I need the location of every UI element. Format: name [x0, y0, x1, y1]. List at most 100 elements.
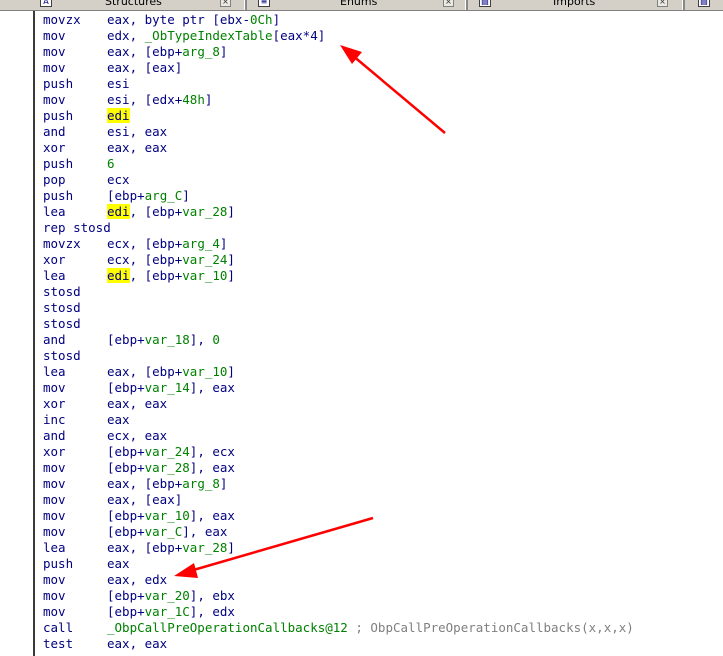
asm-line[interactable]: stosd — [43, 316, 634, 332]
asm-line[interactable]: xor [ebp+var_24], ecx — [43, 444, 634, 460]
disassembly-listing: movzx eax, byte ptr [ebx-0Ch] mov edx, _ObT… — [43, 12, 634, 652]
operand[interactable]: var_C — [145, 524, 183, 539]
mnemonic: push — [43, 156, 74, 171]
comment: ; ObpCallPreOperationCallbacks(x,x,x) — [347, 620, 634, 635]
operand: [ebp+ — [107, 332, 145, 347]
tab-bar: A Structures × ≡ Enums × ▤ Imports × ▤ — [0, 0, 723, 11]
operand: ], ebx — [189, 588, 235, 603]
asm-line[interactable]: mov [ebp+var_1C], edx — [43, 604, 634, 620]
mnemonic: mov — [43, 28, 66, 43]
asm-line[interactable]: mov [ebp+var_C], eax — [43, 524, 634, 540]
asm-line[interactable]: push edi — [43, 108, 634, 124]
operand[interactable]: arg_C — [145, 188, 183, 203]
asm-line[interactable]: mov [ebp+var_20], ebx — [43, 588, 634, 604]
asm-line[interactable]: movzx ecx, [ebp+arg_4] — [43, 236, 634, 252]
operand: ] — [272, 12, 281, 27]
mnemonic: stosd — [43, 348, 81, 363]
structure-icon[interactable]: A — [40, 0, 52, 7]
asm-line[interactable]: push esi — [43, 76, 634, 92]
tab-structures[interactable]: Structures — [105, 0, 162, 9]
mnemonic: movzx — [43, 236, 81, 251]
operand[interactable]: arg_8 — [182, 476, 220, 491]
operand[interactable]: var_28 — [182, 540, 227, 555]
asm-line[interactable]: pop ecx — [43, 172, 634, 188]
asm-line[interactable]: and esi, eax — [43, 124, 634, 140]
mnemonic: lea — [43, 364, 66, 379]
operand[interactable]: var_24 — [182, 252, 227, 267]
asm-line[interactable]: mov eax, [ebp+arg_8] — [43, 476, 634, 492]
asm-line[interactable]: xor eax, eax — [43, 396, 634, 412]
operand[interactable]: var_28 — [182, 204, 227, 219]
disassembly-view[interactable]: movzx eax, byte ptr [ebx-0Ch] mov edx, _ObT… — [33, 11, 673, 656]
operand[interactable]: arg_8 — [182, 44, 220, 59]
asm-line[interactable]: and [ebp+var_18], 0 — [43, 332, 634, 348]
asm-line[interactable]: push [ebp+arg_C] — [43, 188, 634, 204]
mnemonic: mov — [43, 492, 66, 507]
close-structures-tab-icon[interactable]: × — [220, 0, 231, 7]
tab-imports[interactable]: Imports — [553, 0, 595, 9]
highlighted-register[interactable]: edi — [107, 268, 130, 283]
operand[interactable]: var_10 — [182, 268, 227, 283]
operand: eax, [ebp+ — [107, 44, 183, 59]
asm-line[interactable]: lea eax, [ebp+var_28] — [43, 540, 634, 556]
asm-line[interactable]: lea eax, [ebp+var_10] — [43, 364, 634, 380]
mnemonic: mov — [43, 604, 66, 619]
mnemonic: mov — [43, 508, 66, 523]
asm-line[interactable]: mov [ebp+var_14], eax — [43, 380, 634, 396]
close-enums-tab-icon[interactable]: × — [443, 0, 454, 7]
asm-line[interactable]: lea edi, [ebp+var_10] — [43, 268, 634, 284]
asm-line[interactable]: push 6 — [43, 156, 634, 172]
operand[interactable]: var_20 — [145, 588, 190, 603]
asm-line[interactable]: mov eax, [ebp+arg_8] — [43, 44, 634, 60]
mnemonic: lea — [43, 268, 66, 283]
enum-icon[interactable]: ≡ — [258, 0, 270, 7]
operand[interactable]: var_28 — [145, 460, 190, 475]
operand[interactable]: _ObTypeIndexTable — [145, 28, 273, 43]
operand[interactable]: var_18 — [145, 332, 190, 347]
mnemonic: xor — [43, 140, 66, 155]
asm-line[interactable]: xor ecx, [ebp+var_24] — [43, 252, 634, 268]
mnemonic: push — [43, 556, 74, 571]
operand: ], eax — [182, 524, 228, 539]
operand: ecx, [ebp+ — [107, 236, 183, 251]
asm-line[interactable]: mov eax, edx — [43, 572, 634, 588]
asm-line[interactable]: xor eax, eax — [43, 140, 634, 156]
asm-line[interactable]: mov [ebp+var_28], eax — [43, 460, 634, 476]
mnemonic: xor — [43, 396, 66, 411]
asm-line[interactable]: mov eax, [eax] — [43, 60, 634, 76]
operand: ], eax — [189, 508, 235, 523]
asm-line[interactable]: rep stosd — [43, 220, 634, 236]
asm-line[interactable]: mov edx, _ObTypeIndexTable[eax*4] — [43, 28, 634, 44]
highlighted-register[interactable]: edi — [107, 204, 130, 219]
operand[interactable]: var_1C — [145, 604, 190, 619]
asm-line[interactable]: lea edi, [ebp+var_28] — [43, 204, 634, 220]
operand: ] — [227, 252, 235, 267]
asm-line[interactable]: test eax, eax — [43, 636, 634, 652]
asm-line[interactable]: and ecx, eax — [43, 428, 634, 444]
asm-line[interactable]: stosd — [43, 300, 634, 316]
exports-icon[interactable]: ▤ — [698, 0, 710, 7]
operand[interactable]: _ObpCallPreOperationCallbacks@12 — [107, 620, 348, 635]
operand[interactable]: var_10 — [182, 364, 227, 379]
imports-icon[interactable]: ▤ — [479, 0, 491, 7]
asm-line[interactable]: movzx eax, byte ptr [ebx-0Ch] — [43, 12, 634, 28]
asm-line[interactable]: stosd — [43, 348, 634, 364]
tab-enums[interactable]: Enums — [340, 0, 377, 9]
mnemonic: test — [43, 636, 74, 651]
operand[interactable]: var_10 — [145, 508, 190, 523]
operand[interactable]: arg_4 — [182, 236, 220, 251]
asm-line[interactable]: mov esi, [edx+48h] — [43, 92, 634, 108]
operand: [ebp+ — [107, 588, 145, 603]
asm-line[interactable]: call _ObpCallPreOperationCallbacks@12 ; O… — [43, 620, 634, 636]
operand[interactable]: var_24 — [145, 444, 190, 459]
close-imports-tab-icon[interactable]: × — [657, 0, 668, 7]
operand[interactable]: var_14 — [145, 380, 190, 395]
operand: eax, [eax] — [107, 60, 183, 75]
highlighted-register[interactable]: edi — [107, 108, 130, 123]
asm-line[interactable]: inc eax — [43, 412, 634, 428]
mnemonic: and — [43, 332, 66, 347]
asm-line[interactable]: stosd — [43, 284, 634, 300]
asm-line[interactable]: push eax — [43, 556, 634, 572]
asm-line[interactable]: mov [ebp+var_10], eax — [43, 508, 634, 524]
asm-line[interactable]: mov eax, [eax] — [43, 492, 634, 508]
